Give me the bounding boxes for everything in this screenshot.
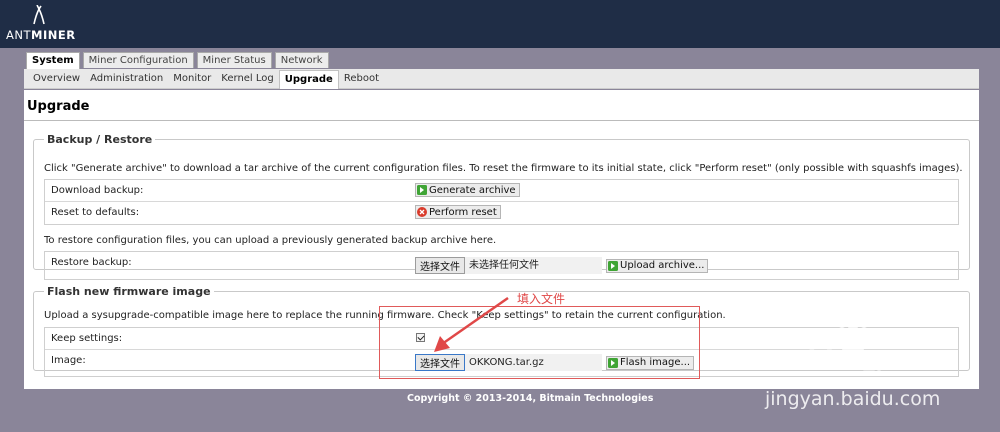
subtab-reboot[interactable]: Reboot [339, 69, 384, 89]
generate-archive-label: Generate archive [429, 184, 516, 196]
watermark-jingyan-cn: 经验 [856, 352, 893, 374]
title-divider [24, 120, 979, 121]
subtab-overview[interactable]: Overview [28, 69, 85, 89]
download-backup-label: Download backup: [51, 185, 144, 196]
baidu-watermark-url: jingyan.baidu.com [765, 388, 941, 410]
watermark-bai: Bai [772, 346, 816, 376]
upload-icon [608, 260, 618, 271]
annotation-arrow-icon [434, 296, 509, 352]
page-title: Upgrade [27, 99, 90, 114]
subtab-kernel-log[interactable]: Kernel Log [216, 69, 278, 89]
footer-copyright: Copyright © 2013-2014, Bitmain Technolog… [407, 393, 654, 404]
backup-legend: Backup / Restore [47, 133, 153, 146]
perform-reset-label: Perform reset [429, 206, 497, 218]
restore-backup-label: Restore backup: [51, 257, 132, 268]
ant-logo-icon [33, 5, 45, 25]
watermark-du: du [815, 346, 851, 376]
subtab-upgrade[interactable]: Upgrade [278, 70, 339, 89]
upload-archive-label: Upload archive... [620, 260, 705, 271]
image-label: Image: [51, 355, 86, 366]
backup-table: Download backup: Generate archive Reset … [44, 179, 959, 225]
tab-network[interactable]: Network [274, 52, 329, 68]
generate-archive-button[interactable]: Generate archive [415, 183, 520, 197]
subtab-monitor[interactable]: Monitor [168, 69, 216, 89]
brand-name: ANTMINER [6, 28, 76, 42]
restore-choose-file-button[interactable]: 选择文件 [415, 257, 465, 274]
brand-prefix: ANT [6, 28, 31, 42]
restore-table: Restore backup: 选择文件 未选择任何文件 Upload arch… [44, 251, 959, 280]
flash-legend: Flash new firmware image [47, 285, 211, 298]
restore-backup-row: Restore backup: 选择文件 未选择任何文件 Upload arch… [45, 252, 958, 279]
backup-restore-section: Backup / Restore Click "Generate archive… [33, 133, 970, 280]
reset-icon [417, 207, 427, 217]
download-backup-row: Download backup: Generate archive [45, 180, 958, 202]
upload-archive-button[interactable]: Upload archive... [606, 258, 709, 273]
reset-label: Reset to defaults: [51, 207, 140, 218]
main-tabs: System Miner Configuration Miner Status … [26, 52, 332, 69]
tab-miner-status[interactable]: Miner Status [196, 52, 272, 68]
reset-row: Reset to defaults: Perform reset [45, 202, 958, 224]
top-header: ANTMINER [0, 0, 1000, 48]
perform-reset-button[interactable]: Perform reset [415, 205, 501, 219]
subtab-administration[interactable]: Administration [85, 69, 168, 89]
tab-miner-configuration[interactable]: Miner Configuration [82, 52, 194, 68]
annotation-highlight-box [379, 306, 700, 379]
sub-navigation: Overview Administration Monitor Kernel L… [24, 69, 979, 89]
brand-suffix: MINER [31, 28, 76, 42]
baidu-watermark: Baidu 经验 [772, 346, 893, 376]
download-icon [417, 185, 427, 195]
backup-description: Click "Generate archive" to download a t… [44, 163, 963, 174]
annotation-text: 填入文件 [517, 292, 566, 306]
keep-settings-label: Keep settings: [51, 333, 123, 344]
restore-description: To restore configuration files, you can … [44, 235, 497, 246]
tab-system[interactable]: System [26, 52, 80, 69]
antminer-logo: ANTMINER [6, 5, 75, 43]
restore-file-name: 未选择任何文件 [465, 257, 602, 274]
